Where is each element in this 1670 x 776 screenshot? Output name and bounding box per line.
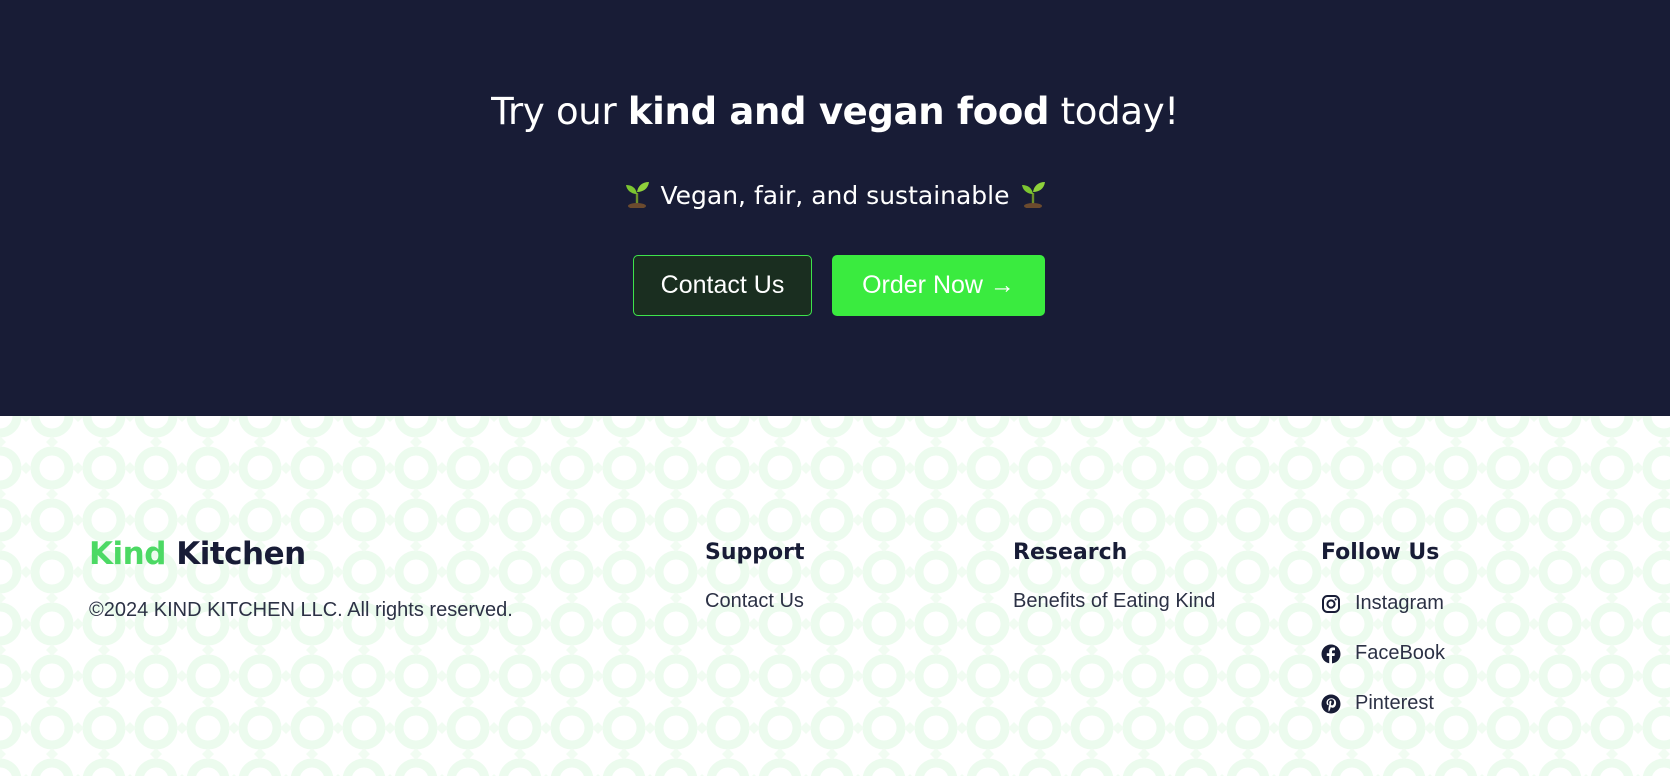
order-now-button[interactable]: Order Now → [832,255,1045,316]
footer-link-contact-us[interactable]: Contact Us [705,590,804,613]
instagram-label: Instagram [1355,592,1444,614]
research-column: Research Benefits of Eating Kind [1013,540,1215,613]
contact-us-button[interactable]: Contact Us [633,255,812,316]
seedling-icon [1021,182,1045,208]
facebook-icon [1321,644,1341,664]
cta-subtitle-text: Vegan, fair, and sustainable [660,181,1010,210]
seedling-icon [626,182,650,208]
support-heading: Support [705,540,805,565]
cta-title-pre: Try our [491,90,628,133]
follow-heading: Follow Us [1321,540,1440,565]
cta-title: Try our kind and vegan food today! [0,90,1670,133]
social-link-facebook[interactable]: FaceBook [1321,642,1445,665]
support-column: Support Contact Us [705,540,804,613]
social-link-pinterest[interactable]: Pinterest [1321,692,1434,715]
cta-title-bold: kind and vegan food [627,90,1050,133]
footer-brand-logo[interactable]: Kind Kitchen [89,536,306,572]
copyright-text: ©2024 KIND KITCHEN LLC. All rights reser… [89,599,513,621]
pinterest-label: Pinterest [1355,692,1434,714]
research-heading: Research [1013,540,1128,565]
instagram-icon [1322,594,1340,613]
social-link-instagram[interactable]: Instagram [1321,592,1444,615]
brand-kind: Kind [89,536,166,572]
footer: Kind Kitchen ©2024 KIND KITCHEN LLC. All… [0,416,1670,776]
brand-kitchen: Kitchen [176,536,306,572]
footer-link-benefits[interactable]: Benefits of Eating Kind [1013,590,1215,613]
cta-title-post: today! [1049,90,1180,133]
cta-subtitle: Vegan, fair, and sustainable [0,180,1670,210]
cta-section: Try our kind and vegan food today! Vegan… [0,0,1670,416]
follow-column: Follow Us Instagram FaceBook Pinterest [1321,540,1445,714]
facebook-label: FaceBook [1355,642,1446,664]
pinterest-icon [1321,694,1341,713]
